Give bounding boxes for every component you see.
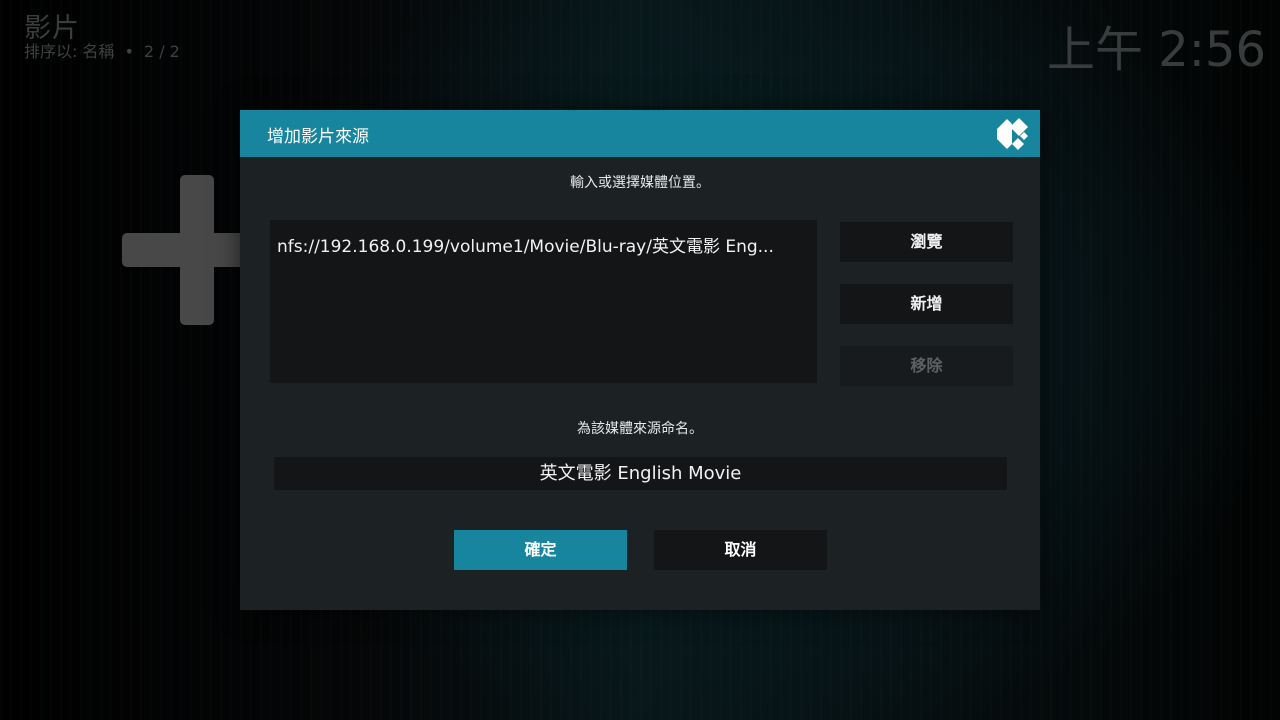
path-list[interactable]: nfs://192.168.0.199/volume1/Movie/Blu-ra… [270, 220, 817, 383]
add-video-source-dialog: 增加影片來源 輸入或選擇媒體位置。 nfs://192.168.0.199/vo… [240, 110, 1040, 610]
browse-button[interactable]: 瀏覽 [840, 222, 1013, 262]
sort-label: 排序以: 名稱 [24, 42, 115, 61]
sort-info: 排序以: 名稱 • 2 / 2 [24, 38, 180, 62]
dialog-header: 增加影片來源 [240, 110, 1040, 157]
remove-button[interactable]: 移除 [840, 346, 1013, 386]
separator-dot: • [124, 42, 134, 61]
name-prompt: 為該媒體來源命名。 [577, 421, 703, 437]
dialog-title: 增加影片來源 [267, 127, 369, 147]
ok-button[interactable]: 確定 [454, 530, 627, 570]
clock: 上午 2:56 [1046, 22, 1266, 78]
source-name-input[interactable]: 英文電影 English Movie [274, 457, 1007, 490]
screen: 影片 排序以: 名稱 • 2 / 2 上午 2:56 增加影片來源 輸入或選擇媒體位… [0, 0, 1280, 720]
page-counter: 2 / 2 [143, 42, 180, 61]
add-button[interactable]: 新增 [840, 284, 1013, 324]
path-prompt: 輸入或選擇媒體位置。 [570, 175, 710, 191]
kodi-logo-icon [997, 118, 1028, 150]
cancel-button[interactable]: 取消 [654, 530, 827, 570]
path-list-item[interactable]: nfs://192.168.0.199/volume1/Movie/Blu-ra… [277, 232, 809, 257]
